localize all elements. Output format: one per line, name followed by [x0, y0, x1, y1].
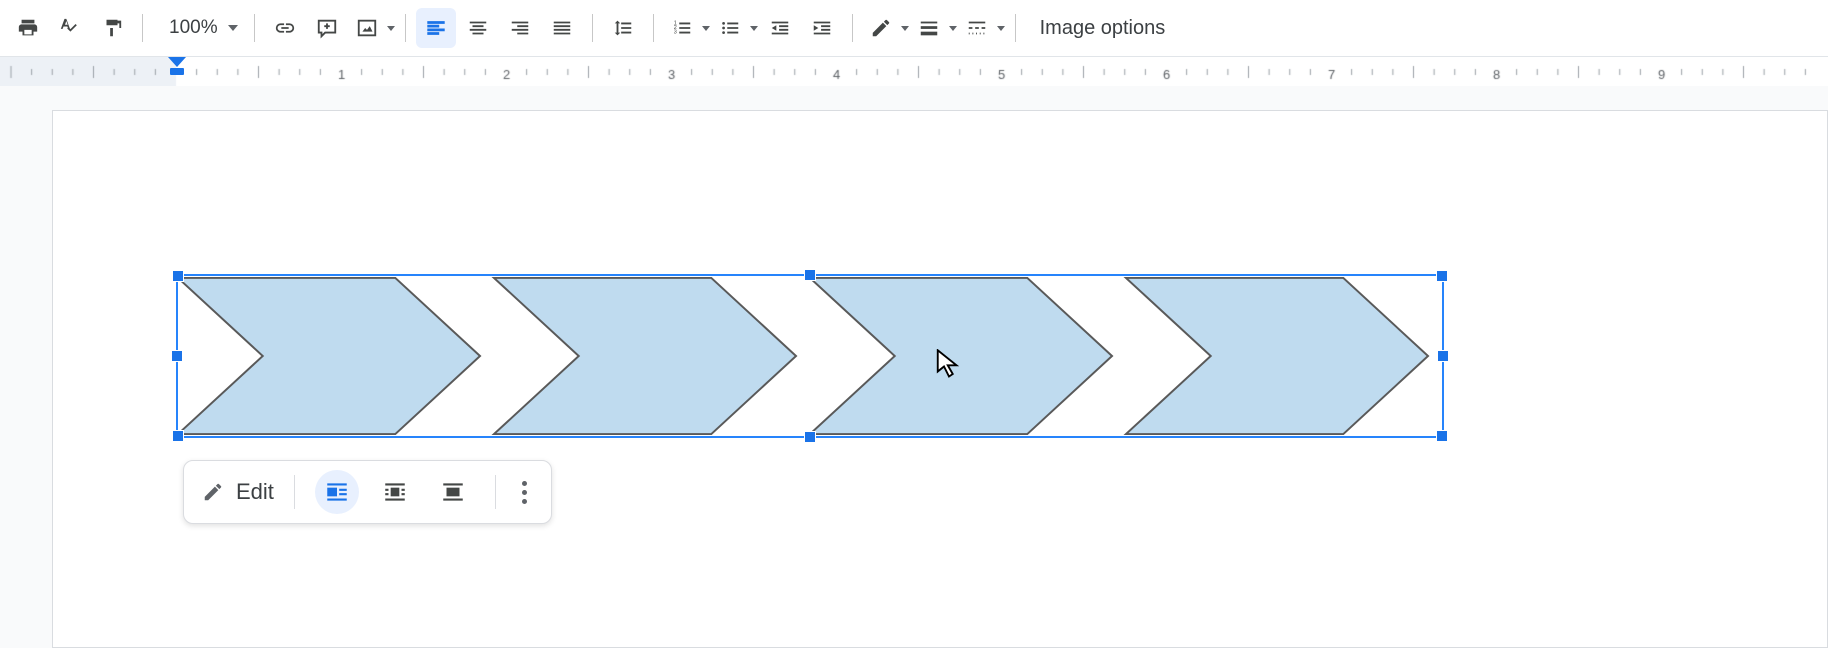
toolbar-separator	[495, 475, 496, 509]
resize-handle-mr[interactable]	[1437, 350, 1449, 362]
wrap-break-icon	[440, 479, 466, 505]
image-options-button[interactable]: Image options	[1026, 17, 1180, 40]
image-context-toolbar: Edit	[183, 460, 552, 524]
print-button[interactable]	[8, 8, 48, 48]
caret-down-icon	[387, 26, 395, 31]
insert-link-button[interactable]	[265, 8, 305, 48]
caret-down-icon	[949, 26, 957, 31]
align-justify-button[interactable]	[542, 8, 582, 48]
spellcheck-button[interactable]	[50, 8, 90, 48]
wrap-inline-button[interactable]	[315, 470, 359, 514]
resize-handle-br[interactable]	[1436, 430, 1448, 442]
selected-drawing[interactable]	[176, 274, 1444, 438]
svg-text:3: 3	[673, 30, 676, 36]
align-left-button[interactable]	[416, 8, 456, 48]
wrap-break-button[interactable]	[431, 470, 475, 514]
horizontal-ruler[interactable]	[0, 56, 1828, 86]
caret-down-icon	[750, 26, 758, 31]
paint-format-button[interactable]	[92, 8, 132, 48]
bulleted-list-dropdown[interactable]	[712, 8, 758, 48]
caret-down-icon	[997, 26, 1005, 31]
decrease-indent-button[interactable]	[760, 8, 800, 48]
wrap-inline-icon	[324, 479, 350, 505]
resize-handle-tm[interactable]	[804, 269, 816, 281]
toolbar-separator	[1015, 14, 1016, 42]
main-toolbar: 100% 123	[0, 0, 1828, 56]
edit-drawing-button[interactable]: Edit	[202, 479, 274, 505]
ruler-canvas	[0, 57, 1828, 86]
add-comment-button[interactable]	[307, 8, 347, 48]
toolbar-separator	[142, 14, 143, 42]
resize-handle-tr[interactable]	[1436, 270, 1448, 282]
wrap-text-button[interactable]	[373, 470, 417, 514]
toolbar-separator	[653, 14, 654, 42]
toolbar-separator	[852, 14, 853, 42]
indent-marker[interactable]	[168, 57, 186, 77]
resize-handle-bm[interactable]	[804, 431, 816, 443]
resize-handle-ml[interactable]	[171, 350, 183, 362]
edit-label: Edit	[236, 479, 274, 505]
border-color-dropdown[interactable]	[863, 8, 909, 48]
chevron-shapes-icon	[178, 276, 1442, 436]
line-spacing-button[interactable]	[603, 8, 643, 48]
pencil-icon	[202, 481, 224, 503]
zoom-dropdown[interactable]: 100%	[153, 17, 244, 39]
toolbar-separator	[592, 14, 593, 42]
zoom-value: 100%	[169, 17, 218, 39]
border-dash-dropdown[interactable]	[959, 8, 1005, 48]
insert-image-dropdown[interactable]	[349, 8, 395, 48]
resize-handle-bl[interactable]	[172, 430, 184, 442]
caret-down-icon	[901, 26, 909, 31]
numbered-list-dropdown[interactable]: 123	[664, 8, 710, 48]
more-options-button[interactable]	[516, 481, 533, 504]
image-options-label: Image options	[1040, 17, 1166, 39]
border-weight-dropdown[interactable]	[911, 8, 957, 48]
increase-indent-button[interactable]	[802, 8, 842, 48]
wrap-text-icon	[382, 479, 408, 505]
resize-handle-tl[interactable]	[172, 270, 184, 282]
caret-down-icon	[702, 26, 710, 31]
align-center-button[interactable]	[458, 8, 498, 48]
caret-down-icon	[228, 25, 238, 31]
align-right-button[interactable]	[500, 8, 540, 48]
toolbar-separator	[254, 14, 255, 42]
toolbar-separator	[294, 475, 295, 509]
toolbar-separator	[405, 14, 406, 42]
